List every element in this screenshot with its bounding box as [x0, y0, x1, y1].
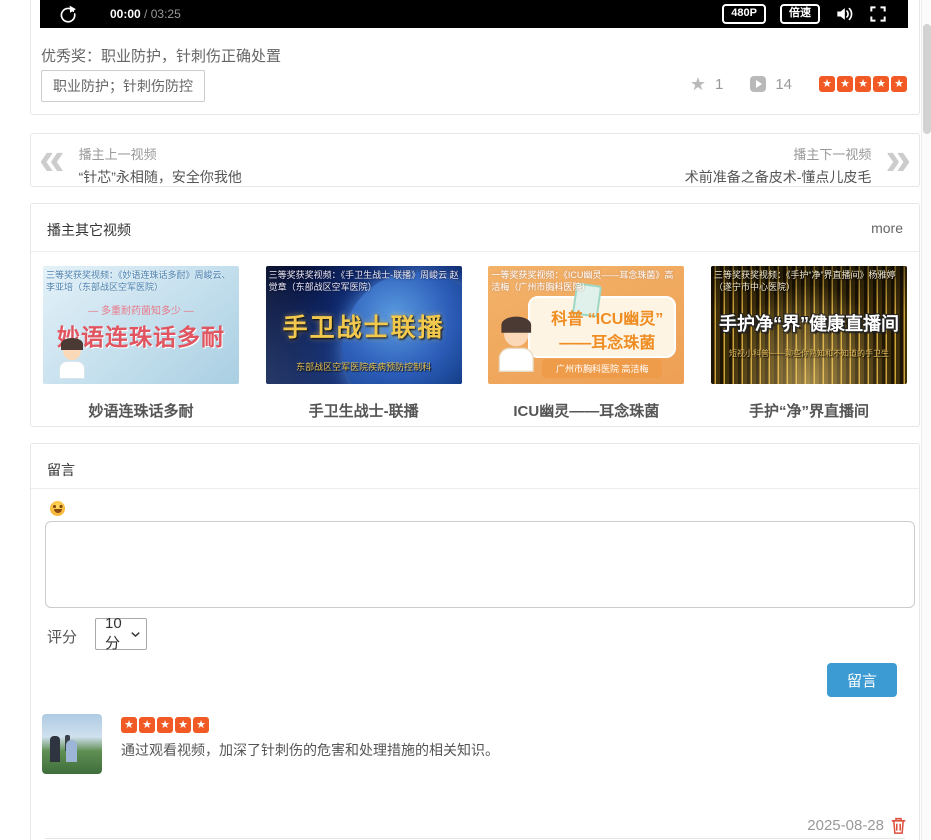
time-separator: / — [144, 7, 147, 21]
thumbnail-subtitle: — 多重耐药菌知多少 — — [43, 302, 239, 317]
video-thumbnail[interactable]: 三等奖获奖视频：《手护“净”界直播间》杨雅婷（遂宁市中心医院） 手护净“界”健康… — [711, 266, 907, 384]
thumbnail-subtitle: 东部战区空军医院疾病预防控制科 — [266, 360, 462, 373]
star-icon: ★ — [175, 717, 191, 733]
thumbnail-title: 科普 “ICU幽灵” ——耳念珠菌 — [540, 308, 674, 356]
scrollbar[interactable] — [921, 0, 931, 840]
prev-video-title: “针芯”永相随，安全你我他 — [79, 167, 242, 187]
submit-comment-button[interactable]: 留言 — [827, 663, 897, 697]
comment-date: 2025-08-28 — [807, 817, 884, 834]
thumbnail-caption: 三等奖获奖视频：《手护“净”界直播间》杨雅婷（遂宁市中心医院） — [714, 269, 904, 293]
video-card[interactable]: 三等奖获奖视频：《妙语连珠话多耐》周峻云、李亚培（东部战区空军医院） — 多重耐… — [43, 266, 239, 421]
comments-heading: 留言 — [47, 460, 75, 480]
divider — [45, 838, 905, 839]
video-thumbnail[interactable]: 一等奖获奖视频：《ICU幽灵——耳念珠菌》高洁梅（广州市胸科医院） 科普 “IC… — [488, 266, 684, 384]
comments-panel: 留言 评分 10分 留言 ★★★★★ 通过观看视频，加深了针刺伤的危害和处理措施… — [30, 443, 920, 840]
comment-text: 通过观看视频，加深了针刺伤的危害和处理措施的相关知识。 — [121, 740, 499, 760]
divider — [31, 488, 919, 489]
thumbnail-banner: 广州市胸科医院 高洁梅 — [542, 359, 662, 378]
star-icon: ★ — [121, 717, 137, 733]
more-link[interactable]: more — [871, 220, 903, 236]
thumbnail-caption: 三等奖获奖视频：《手卫生战士-联播》周峻云 赵觉章（东部战区空军医院） — [269, 269, 459, 293]
thumbnail-caption: 一等奖获奖视频：《ICU幽灵——耳念珠菌》高洁梅（广州市胸科医院） — [491, 269, 681, 293]
favorite-icon[interactable]: ★ — [690, 75, 706, 93]
chevron-left-icon: « — [39, 138, 65, 187]
doctor-figure — [496, 322, 537, 376]
video-player-controls: 00:00 / 03:25 480P 倍速 — [40, 0, 908, 28]
fullscreen-icon[interactable] — [868, 4, 888, 24]
replay-icon[interactable] — [58, 4, 78, 24]
score-value: 10分 — [105, 615, 131, 653]
play-count-icon — [750, 76, 766, 92]
video-thumbnail[interactable]: 三等奖获奖视频：《手卫生战士-联播》周峻云 赵觉章（东部战区空军医院） 手卫战士… — [266, 266, 462, 384]
other-videos-panel: 播主其它视频 more 三等奖获奖视频：《妙语连珠话多耐》周峻云、李亚培（东部战… — [30, 203, 920, 427]
scrollbar-thumb[interactable] — [923, 24, 931, 134]
prev-video-label: 播主上一视频 — [79, 144, 242, 163]
comment-rating-stars: ★★★★★ — [121, 717, 209, 733]
emoji-picker-icon[interactable] — [50, 501, 65, 516]
section-heading: 播主其它视频 — [47, 220, 131, 240]
video-thumbnail[interactable]: 三等奖获奖视频：《妙语连珠话多耐》周峻云、李亚培（东部战区空军医院） — 多重耐… — [43, 266, 239, 384]
duration: 03:25 — [151, 7, 181, 21]
speed-button[interactable]: 倍速 — [780, 4, 820, 23]
video-stats: ★ 1 14 ★★★★★ — [690, 75, 907, 93]
play-count: 14 — [775, 76, 792, 93]
video-card-title[interactable]: 手护“净”界直播间 — [711, 400, 907, 421]
quality-button[interactable]: 480P — [722, 4, 766, 23]
star-icon: ★ — [157, 717, 173, 733]
trash-icon[interactable] — [890, 816, 907, 835]
video-card[interactable]: 一等奖获奖视频：《ICU幽灵——耳念珠菌》高洁梅（广州市胸科医院） 科普 “IC… — [488, 266, 684, 421]
avatar — [42, 714, 102, 774]
star-icon: ★ — [873, 76, 889, 92]
current-time: 00:00 — [110, 7, 141, 21]
chevron-right-icon: » — [885, 138, 911, 187]
comment-input[interactable] — [45, 521, 915, 608]
video-tag[interactable]: 职业防护；针刺伤防控 — [41, 70, 205, 102]
star-icon: ★ — [837, 76, 853, 92]
video-card-title[interactable]: 手卫生战士-联播 — [266, 400, 462, 421]
score-select[interactable]: 10分 — [95, 618, 147, 650]
time-display: 00:00 / 03:25 — [110, 7, 181, 21]
star-icon: ★ — [855, 76, 871, 92]
thumbnail-caption: 三等奖获奖视频：《妙语连珠话多耐》周峻云、李亚培（东部战区空军医院） — [46, 269, 236, 293]
video-card-title[interactable]: 妙语连珠话多耐 — [43, 400, 239, 421]
star-icon: ★ — [891, 76, 907, 92]
next-video-link[interactable]: 播主下一视频 术前准备之备皮术-懂点儿皮毛 » — [685, 138, 911, 187]
star-icon: ★ — [193, 717, 209, 733]
thumbnail-subtitle: 短视小科普——聊些你熟知和不知道的手卫生 — [711, 348, 907, 359]
page-title: 优秀奖：职业防护，针刺伤正确处置 — [41, 45, 281, 66]
video-card[interactable]: 三等奖获奖视频：《手卫生战士-联播》周峻云 赵觉章（东部战区空军医院） 手卫战士… — [266, 266, 462, 421]
favorite-count: 1 — [715, 76, 723, 93]
comment-meta: 2025-08-28 — [807, 816, 907, 835]
chevron-down-icon — [131, 631, 140, 638]
next-video-label: 播主下一视频 — [685, 144, 872, 163]
video-rating-stars[interactable]: ★★★★★ — [819, 76, 907, 92]
divider — [31, 251, 919, 252]
thumbnail-title: 手卫战士联播 — [266, 308, 462, 344]
doctor-figure — [57, 342, 87, 382]
thumbnail-title: 手护净“界”健康直播间 — [711, 310, 907, 336]
star-icon: ★ — [819, 76, 835, 92]
video-card[interactable]: 三等奖获奖视频：《手护“净”界直播间》杨雅婷（遂宁市中心医院） 手护净“界”健康… — [711, 266, 907, 421]
video-card-list: 三等奖获奖视频：《妙语连珠话多耐》周峻云、李亚培（东部战区空军医院） — 多重耐… — [43, 266, 907, 421]
volume-icon[interactable] — [834, 4, 854, 24]
star-icon: ★ — [139, 717, 155, 733]
player-nav-panel: « 播主上一视频 “针芯”永相随，安全你我他 播主下一视频 术前准备之备皮术-懂… — [30, 133, 920, 187]
next-video-title: 术前准备之备皮术-懂点儿皮毛 — [685, 167, 872, 187]
video-card-title[interactable]: ICU幽灵——耳念珠菌 — [488, 400, 684, 421]
prev-video-link[interactable]: « 播主上一视频 “针芯”永相随，安全你我他 — [39, 138, 242, 187]
score-label: 评分 — [47, 626, 77, 647]
